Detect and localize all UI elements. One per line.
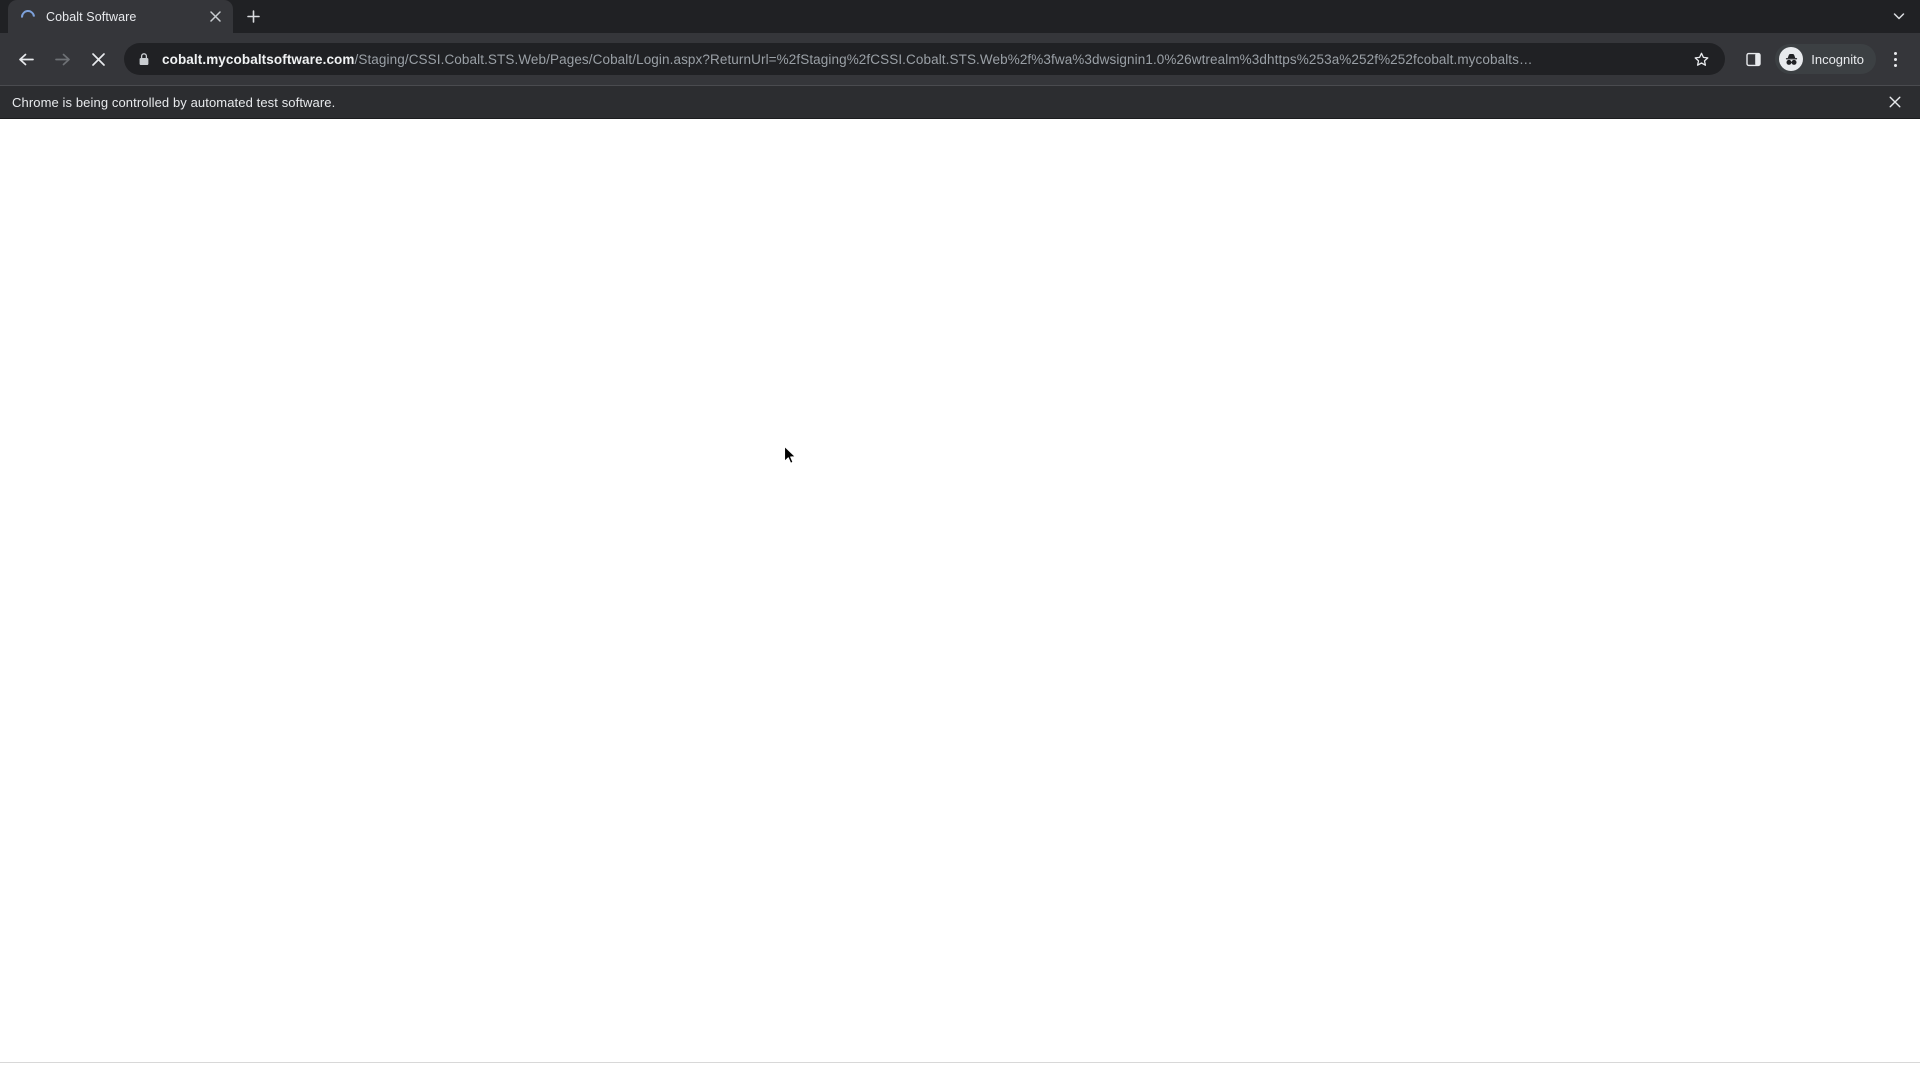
- url-domain: cobalt.mycobaltsoftware.com: [162, 51, 355, 67]
- address-bar[interactable]: cobalt.mycobaltsoftware.com/Staging/CSSI…: [124, 43, 1726, 75]
- close-icon[interactable]: [1884, 91, 1906, 113]
- close-icon[interactable]: [205, 7, 225, 27]
- browser-toolbar: cobalt.mycobaltsoftware.com/Staging/CSSI…: [0, 33, 1920, 85]
- incognito-hat-glasses-icon: [1779, 47, 1804, 71]
- lock-icon: [138, 52, 152, 66]
- mouse-cursor: [784, 446, 796, 464]
- loading-spinner-icon: [18, 6, 38, 27]
- tab-search-button[interactable]: [1886, 3, 1912, 29]
- profile-label: Incognito: [1811, 51, 1864, 67]
- new-tab-button[interactable]: [239, 2, 267, 30]
- browser-window: Cobalt Software cobalt.mycobaltsoftware.…: [0, 0, 1920, 1080]
- tab-title: Cobalt Software: [46, 9, 137, 24]
- stop-loading-button[interactable]: [82, 43, 114, 75]
- url-path: /Staging/CSSI.Cobalt.STS.Web/Pages/Cobal…: [354, 51, 1533, 67]
- page-viewport[interactable]: [0, 119, 1920, 1062]
- back-button[interactable]: [10, 43, 42, 75]
- forward-button[interactable]: [46, 43, 78, 75]
- automation-infobar: Chrome is being controlled by automated …: [0, 85, 1920, 119]
- bookmark-star-icon[interactable]: [1689, 47, 1713, 71]
- url-text: cobalt.mycobaltsoftware.com/Staging/CSSI…: [162, 52, 1681, 67]
- window-bottom-edge: [0, 1062, 1920, 1080]
- side-panel-icon[interactable]: [1737, 43, 1769, 75]
- browser-tab-cobalt-software[interactable]: Cobalt Software: [8, 0, 233, 33]
- profile-incognito-button[interactable]: Incognito: [1775, 44, 1876, 74]
- automation-infobar-message: Chrome is being controlled by automated …: [12, 94, 336, 110]
- tab-strip: Cobalt Software: [0, 0, 1920, 33]
- chrome-menu-button[interactable]: [1880, 43, 1910, 75]
